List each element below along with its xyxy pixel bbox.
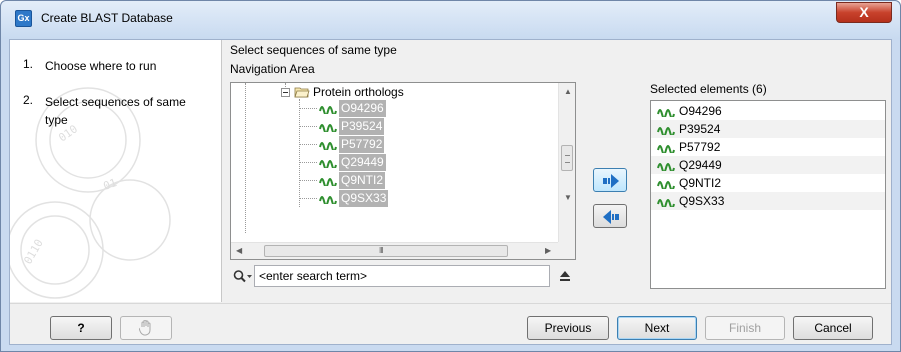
horizontal-scroll-thumb[interactable]: III [264,245,508,257]
restore-defaults-button[interactable] [120,316,172,340]
add-to-selected-button[interactable] [593,168,627,192]
list-item-label: O94296 [679,104,722,118]
protein-sequence-icon [319,106,337,114]
tree-item-label: P39524 [339,118,385,135]
tree-guide-line [245,83,246,233]
protein-sequence-icon [657,127,675,135]
list-item-label: P39524 [679,122,721,136]
vertical-scrollbar[interactable]: ▲ ▼ [558,83,575,243]
finish-button[interactable]: Finish [705,316,785,340]
next-button[interactable]: Next [617,316,697,340]
search-icon[interactable] [232,268,252,286]
protein-sequence-icon [657,145,675,153]
tree-branch [299,180,317,181]
tree-branch [299,162,317,163]
tree-branch [299,126,317,127]
list-item[interactable]: P39524 [651,120,885,138]
selected-elements-label: Selected elements (6) [650,82,767,96]
vertical-scroll-thumb[interactable] [561,145,573,171]
list-item-label: Q9SX33 [679,194,725,208]
horizontal-scrollbar[interactable]: ◀ III ▶ [231,242,558,259]
selected-elements-list[interactable]: O94296 P39524 P57792 Q29449 Q9NTI2 Q9SX3… [650,100,886,289]
list-item-label: P57792 [679,140,721,154]
list-item[interactable]: Q29449 [651,156,885,174]
list-item[interactable]: P57792 [651,138,885,156]
protein-sequence-icon [319,124,337,132]
help-button[interactable]: ? [50,316,112,340]
page-heading: Select sequences of same type [230,43,397,57]
svg-text:0110: 0110 [21,237,46,266]
scroll-left-arrow-icon[interactable]: ◀ [236,246,242,255]
arrow-right-icon [603,174,619,188]
protein-sequence-icon [657,109,675,117]
step-number: 1. [23,57,34,71]
dialog-body: 010 0110 01 1. Choose where to run 2. Se… [9,39,892,345]
restore-icon [138,319,151,336]
scroll-up-arrow-icon[interactable]: ▲ [564,87,572,96]
protein-sequence-icon [319,160,337,168]
previous-button[interactable]: Previous [527,316,609,340]
tree-viewport: Protein orthologs O94296 P39524 P57792 Q… [231,83,558,233]
list-item-label: Q9NTI2 [679,176,722,190]
tree-item-label: O94296 [339,100,386,117]
protein-sequence-icon [319,178,337,186]
collapse-toggle-icon[interactable] [281,88,290,97]
wizard-steps-panel: 010 0110 01 1. Choose where to run 2. Se… [10,40,222,302]
protein-sequence-icon [657,199,675,207]
tree-item-label: Q9NTI2 [339,172,386,189]
remove-from-selected-button[interactable] [593,204,627,228]
scroll-corner [558,242,575,259]
protein-sequence-icon [319,196,337,204]
tree-item-label: Q29449 [339,154,386,171]
dialog-footer: ? Previous Next Finish Cancel [10,303,891,344]
app-icon: Gx [15,10,32,27]
protein-sequence-icon [657,181,675,189]
navigation-tree[interactable]: Protein orthologs O94296 P39524 P57792 Q… [230,82,576,260]
arrow-left-icon [603,210,619,224]
create-blast-database-dialog: Gx Create BLAST Database X 010 0110 01 1… [0,0,901,352]
list-item[interactable]: Q9SX33 [651,192,885,210]
navigation-area-label: Navigation Area [230,62,315,76]
list-item[interactable]: O94296 [651,102,885,120]
list-item[interactable]: Q9NTI2 [651,174,885,192]
scroll-down-arrow-icon[interactable]: ▼ [564,193,572,202]
tree-item-label: P57792 [339,136,385,153]
close-button[interactable]: X [836,2,892,23]
content-area: Select sequences of same type Navigation… [223,40,893,302]
folder-label[interactable]: Protein orthologs [313,85,404,99]
tree-item-label: Q9SX33 [339,190,389,207]
title-bar: Gx Create BLAST Database X [1,1,900,39]
tree-branch [299,144,317,145]
list-item-label: Q29449 [679,158,722,172]
cancel-button[interactable]: Cancel [793,316,873,340]
step-number: 2. [23,93,34,107]
protein-sequence-icon [657,163,675,171]
open-folder-icon [294,87,310,98]
scroll-grip: III [379,246,384,255]
tree-branch [299,198,317,199]
eject-icon[interactable] [558,269,572,283]
protein-sequence-icon [319,142,337,150]
scroll-right-arrow-icon[interactable]: ▶ [545,246,551,255]
search-row [230,265,576,289]
tree-branch [299,108,317,109]
step-label: Choose where to run [45,59,157,73]
tree-guide-line [299,99,300,207]
step-label: Select sequences of same type [45,95,186,127]
search-input[interactable] [254,265,550,287]
svg-text:01: 01 [102,176,119,193]
window-title: Create BLAST Database [41,11,173,25]
